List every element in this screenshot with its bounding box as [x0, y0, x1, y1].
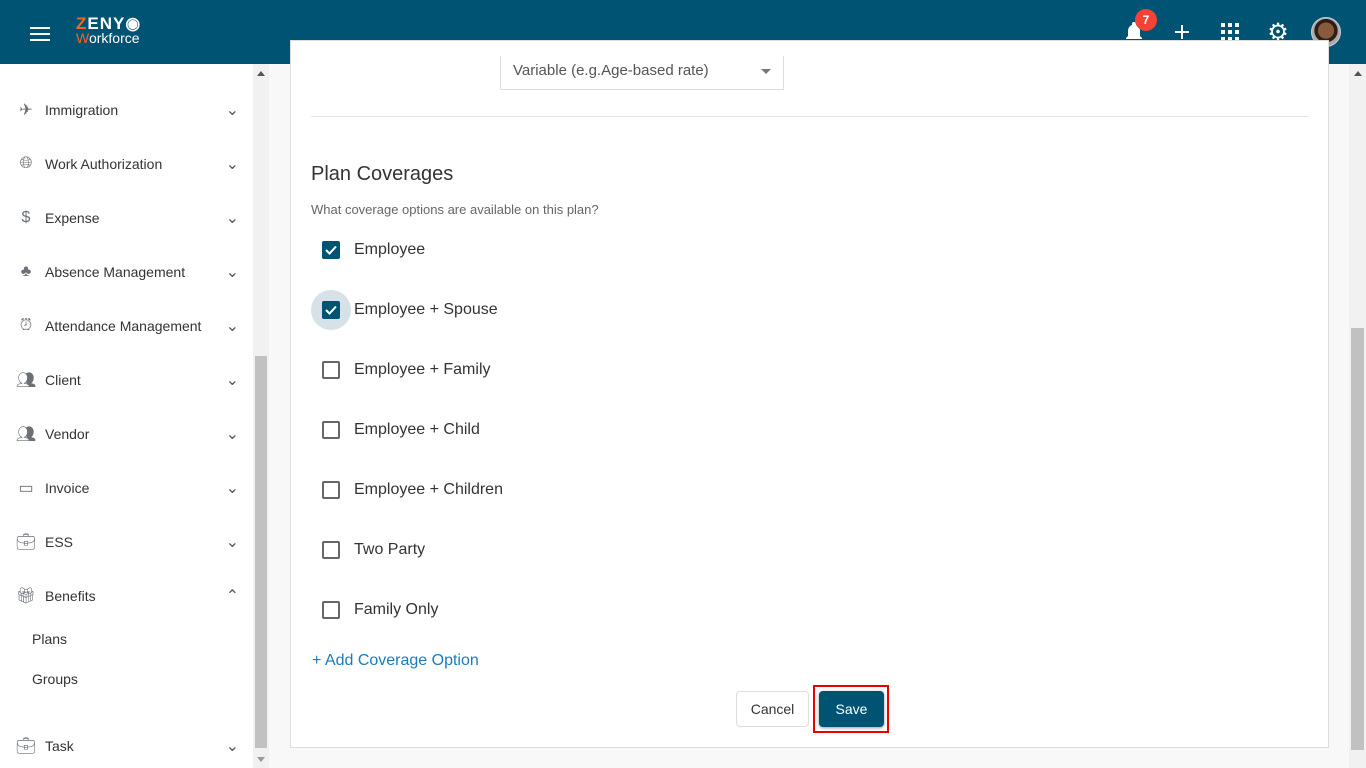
coverage-checkbox-employee-child[interactable]: Employee + Child [311, 410, 480, 450]
sidebar-item-label: Work Authorization [45, 156, 163, 172]
scrollbar-thumb[interactable] [255, 356, 267, 748]
sidebar-item-label: Benefits [45, 588, 96, 604]
main-scrollbar[interactable] [1349, 64, 1366, 768]
sidebar-item-label: Vendor [45, 426, 90, 442]
section-description: What coverage options are available on t… [311, 202, 599, 217]
divider [311, 116, 1308, 117]
add-coverage-option-link[interactable]: + Add Coverage Option [312, 652, 479, 670]
chevron-down-icon: ⌄ [225, 738, 239, 755]
sidebar-item-vendor[interactable]: 👥︎ Vendor ⌄ [0, 414, 253, 454]
select-value: Variable (e.g.Age-based rate) [513, 62, 709, 79]
plan-form-card [290, 40, 1329, 748]
coverage-checkbox-two-party[interactable]: Two Party [311, 530, 425, 570]
chevron-up-icon: ⌃ [225, 588, 239, 605]
sidebar-item-client[interactable]: 👥︎ Client ⌄ [0, 360, 253, 400]
sidebar-item-expense[interactable]: $ Expense ⌄ [0, 198, 253, 238]
people-icon: 👥︎ [15, 426, 37, 443]
checkbox-unchecked-icon[interactable] [322, 481, 340, 499]
sidebar-item-label: Task [45, 738, 74, 754]
sidebar-subitem-groups[interactable]: Groups [32, 671, 78, 687]
menu-icon[interactable] [30, 27, 50, 41]
scroll-up-arrow[interactable] [257, 71, 265, 76]
globe-icon: 🌐︎ [19, 155, 33, 172]
scroll-down-arrow[interactable] [257, 757, 265, 762]
checkbox-unchecked-icon[interactable] [322, 421, 340, 439]
alarm-icon: ⏰︎ [19, 317, 33, 334]
sidebar-scrollbar[interactable] [253, 64, 269, 768]
briefcase-icon: 💼︎ [15, 738, 37, 755]
sidebar-item-label: ESS [45, 534, 74, 550]
coverage-label: Employee + Family [354, 361, 491, 378]
sidebar-item-ess[interactable]: 💼︎ ESS ⌄ [0, 522, 253, 562]
sidebar-item-invoice[interactable]: ▭ Invoice ⌄ [0, 468, 253, 508]
checkbox-unchecked-icon[interactable] [322, 601, 340, 619]
gift-icon: 🎁︎ [15, 588, 37, 605]
checkbox-checked-icon[interactable] [322, 241, 340, 259]
logo-rest-2: orkforce [88, 30, 140, 46]
chevron-down-icon: ⌄ [225, 156, 239, 173]
section-title: Plan Coverages [311, 163, 454, 185]
checkbox-checked-icon[interactable] [322, 301, 340, 319]
scroll-up-arrow[interactable] [1354, 71, 1362, 76]
card-icon: ▭ [18, 480, 34, 497]
chevron-down-icon: ⌄ [225, 480, 239, 497]
sidebar-item-label: Client [45, 372, 81, 388]
sidebar: ✈ Immigration ⌄ 🌐︎ Work Authorization ⌄ $ Exp… [0, 64, 253, 768]
chevron-down-icon: ⌄ [225, 102, 239, 119]
coverage-label: Two Party [354, 541, 426, 558]
sidebar-item-task[interactable]: 💼︎ Task ⌄ [0, 726, 253, 766]
chevron-down-icon: ⌄ [225, 210, 239, 227]
coverage-label: Employee + Child [354, 421, 480, 438]
chevron-down-icon: ⌄ [225, 264, 239, 281]
chevron-down-icon: ⌄ [225, 426, 239, 443]
checkbox-unchecked-icon[interactable] [322, 361, 340, 379]
coverage-label: Family Only [354, 601, 439, 618]
sidebar-item-label: Immigration [45, 102, 119, 118]
coverage-label: Employee + Children [354, 481, 503, 498]
rate-type-select[interactable]: Variable (e.g.Age-based rate) [500, 56, 784, 90]
sidebar-item-benefits[interactable]: 🎁︎ Benefits ⌃ [0, 576, 253, 616]
cancel-button[interactable]: Cancel [736, 691, 809, 727]
person-tree-icon: ♣ [20, 263, 32, 280]
scrollbar-thumb[interactable] [1351, 328, 1364, 750]
sidebar-item-immigration[interactable]: ✈ Immigration ⌄ [0, 90, 253, 130]
caret-down-icon [761, 69, 771, 74]
checkbox-unchecked-icon[interactable] [322, 541, 340, 559]
sidebar-item-label: Absence Management [45, 264, 186, 280]
dollar-icon: $ [21, 209, 31, 226]
sidebar-item-attendance-management[interactable]: ⏰︎ Attendance Management ⌄ [0, 306, 253, 346]
sidebar-subitem-plans[interactable]: Plans [32, 631, 67, 647]
coverage-label: Employee [354, 241, 426, 258]
coverage-checkbox-employee-spouse[interactable]: Employee + Spouse [311, 290, 498, 330]
sidebar-item-label: Expense [45, 210, 100, 226]
people-icon: 👥︎ [15, 372, 37, 389]
logo[interactable]: ZENY◉ Workforce [76, 15, 141, 46]
airplane-icon: ✈ [19, 102, 33, 119]
coverage-checkbox-family-only[interactable]: Family Only [311, 590, 438, 630]
chevron-down-icon: ⌄ [225, 534, 239, 551]
chevron-down-icon: ⌄ [225, 318, 239, 335]
chevron-down-icon: ⌄ [225, 372, 239, 389]
logo-letter-w: W [76, 30, 89, 46]
sidebar-item-work-authorization[interactable]: 🌐︎ Work Authorization ⌄ [0, 144, 253, 184]
coverage-checkbox-employee[interactable]: Employee [311, 230, 425, 270]
coverage-checkbox-employee-children[interactable]: Employee + Children [311, 470, 503, 510]
sidebar-item-label: Invoice [45, 480, 90, 496]
save-highlight-box [813, 685, 889, 733]
briefcase-icon: 💼︎ [15, 534, 37, 551]
notification-badge: 7 [1135, 9, 1157, 31]
sidebar-item-absence-management[interactable]: ♣ Absence Management ⌄ [0, 252, 253, 292]
coverage-checkbox-employee-family[interactable]: Employee + Family [311, 350, 491, 390]
coverage-label: Employee + Spouse [354, 301, 498, 318]
sidebar-item-label: Attendance Management [45, 318, 202, 334]
